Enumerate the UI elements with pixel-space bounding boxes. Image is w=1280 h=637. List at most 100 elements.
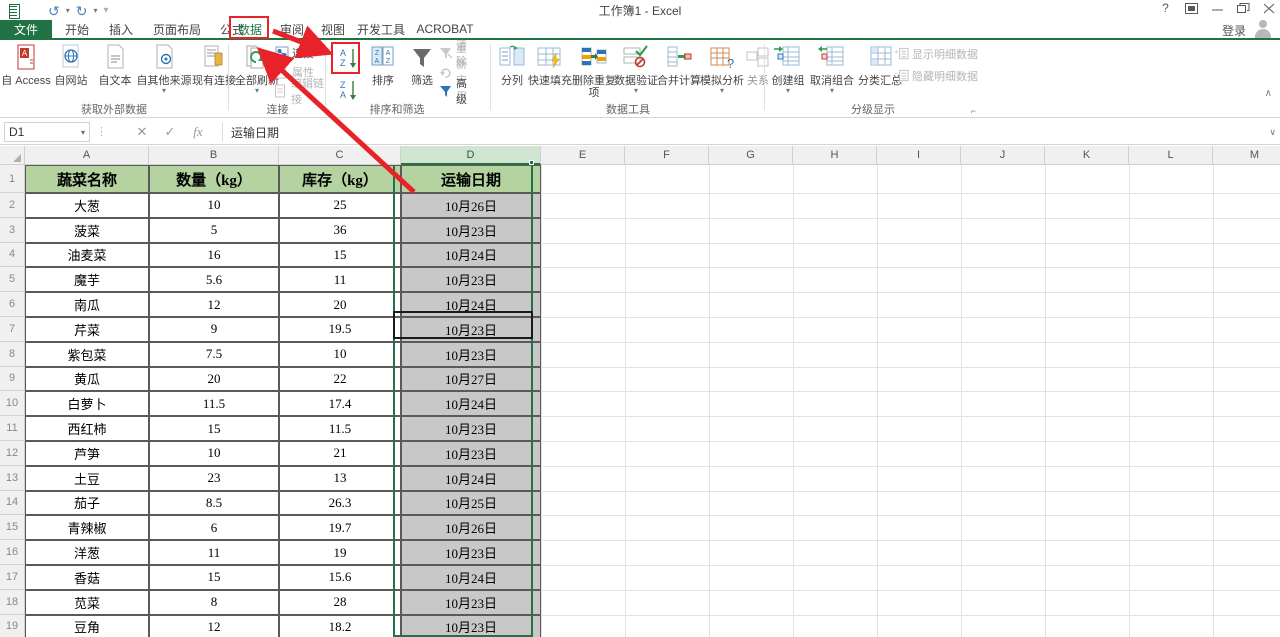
cell-B1[interactable]: 数量（kg） bbox=[149, 165, 279, 193]
row-header-5[interactable]: 5 bbox=[0, 267, 25, 293]
cell-B18[interactable]: 8 bbox=[149, 589, 279, 615]
column-header-I[interactable]: I bbox=[877, 146, 961, 165]
tab-developer[interactable]: 开发工具 bbox=[348, 20, 414, 38]
cell-B15[interactable]: 6 bbox=[149, 515, 279, 541]
cell-A1[interactable]: 蔬菜名称 bbox=[25, 165, 149, 193]
cell-C7[interactable]: 19.5 bbox=[279, 317, 401, 342]
tab-data[interactable]: 数据 bbox=[232, 20, 268, 38]
cell-B17[interactable]: 15 bbox=[149, 565, 279, 590]
row-header-18[interactable]: 18 bbox=[0, 589, 25, 615]
ungroup-caret-icon[interactable]: ▾ bbox=[806, 87, 858, 95]
confirm-icon[interactable]: ✓ bbox=[160, 124, 180, 140]
column-header-G[interactable]: G bbox=[709, 146, 793, 165]
cell-D8[interactable]: 10月23日 bbox=[401, 341, 541, 367]
cell-B14[interactable]: 8.5 bbox=[149, 490, 279, 516]
tab-insert[interactable]: 插入 bbox=[100, 20, 142, 38]
row-header-4[interactable]: 4 bbox=[0, 242, 25, 268]
cell-A15[interactable]: 青辣椒 bbox=[25, 515, 149, 541]
cell-B9[interactable]: 20 bbox=[149, 366, 279, 392]
cell-B8[interactable]: 7.5 bbox=[149, 341, 279, 367]
cell-D6[interactable]: 10月24日 bbox=[401, 292, 541, 317]
avatar[interactable] bbox=[1252, 18, 1274, 40]
cell-D12[interactable]: 10月23日 bbox=[401, 441, 541, 466]
tab-home[interactable]: 开始 bbox=[56, 20, 98, 38]
cell-A18[interactable]: 苋菜 bbox=[25, 589, 149, 615]
cell-C18[interactable]: 28 bbox=[279, 589, 401, 615]
row-header-15[interactable]: 15 bbox=[0, 515, 25, 541]
cell-D14[interactable]: 10月25日 bbox=[401, 490, 541, 516]
cell-C10[interactable]: 17.4 bbox=[279, 391, 401, 417]
data-validation-button[interactable]: 数据验证 ▾ bbox=[614, 42, 658, 95]
cell-B10[interactable]: 11.5 bbox=[149, 391, 279, 417]
cell-C6[interactable]: 20 bbox=[279, 292, 401, 317]
name-box-caret-icon[interactable]: ▾ bbox=[81, 128, 85, 137]
from-web-button[interactable]: 自网站 bbox=[48, 42, 94, 87]
cell-C8[interactable]: 10 bbox=[279, 341, 401, 367]
row-header-6[interactable]: 6 bbox=[0, 292, 25, 317]
cell-A5[interactable]: 魔芋 bbox=[25, 267, 149, 293]
outline-dialog-launcher[interactable]: ⌐ bbox=[971, 106, 976, 116]
connections-button[interactable]: 连接 bbox=[274, 45, 314, 61]
name-box[interactable]: D1 ▾ bbox=[4, 122, 90, 142]
row-header-1[interactable]: 1 bbox=[0, 165, 25, 193]
expand-formula-bar-icon[interactable]: ∨ bbox=[1269, 127, 1276, 138]
cell-D10[interactable]: 10月24日 bbox=[401, 391, 541, 417]
cell-C13[interactable]: 13 bbox=[279, 465, 401, 491]
column-header-C[interactable]: C bbox=[279, 146, 401, 165]
cell-A12[interactable]: 芦笋 bbox=[25, 441, 149, 466]
advanced-filter-button[interactable]: 高级 bbox=[439, 78, 468, 106]
flash-fill-button[interactable]: 快速填充 bbox=[526, 42, 574, 87]
row-header-11[interactable]: 11 bbox=[0, 416, 25, 441]
cell-B11[interactable]: 15 bbox=[149, 416, 279, 441]
collapse-ribbon-icon[interactable]: ∧ bbox=[1265, 88, 1272, 99]
row-header-10[interactable]: 10 bbox=[0, 391, 25, 417]
ribbon-display-options-icon[interactable] bbox=[1185, 2, 1198, 14]
account-login-label[interactable]: 登录 bbox=[1222, 22, 1246, 39]
from-access-button[interactable]: A 自 Access bbox=[0, 42, 54, 87]
tab-review[interactable]: 审阅 bbox=[270, 20, 314, 38]
cell-C14[interactable]: 26.3 bbox=[279, 490, 401, 516]
cell-B4[interactable]: 16 bbox=[149, 242, 279, 268]
row-header-16[interactable]: 16 bbox=[0, 540, 25, 565]
column-header-F[interactable]: F bbox=[625, 146, 709, 165]
cell-B6[interactable]: 12 bbox=[149, 292, 279, 317]
help-icon[interactable]: ? bbox=[1159, 1, 1172, 15]
row-header-8[interactable]: 8 bbox=[0, 341, 25, 367]
cell-C4[interactable]: 15 bbox=[279, 242, 401, 268]
cell-A3[interactable]: 菠菜 bbox=[25, 217, 149, 243]
cell-A7[interactable]: 芹菜 bbox=[25, 317, 149, 342]
row-header-17[interactable]: 17 bbox=[0, 565, 25, 590]
minimize-icon[interactable] bbox=[1211, 3, 1224, 14]
data-validation-caret-icon[interactable]: ▾ bbox=[614, 87, 658, 95]
remove-duplicates-button[interactable]: 删除重复项 bbox=[570, 42, 618, 99]
row-header-9[interactable]: 9 bbox=[0, 366, 25, 392]
column-header-H[interactable]: H bbox=[793, 146, 877, 165]
sort-dialog-button[interactable]: ZAAZ 排序 bbox=[361, 42, 405, 87]
cell-A19[interactable]: 豆角 bbox=[25, 614, 149, 637]
tab-acrobat[interactable]: ACROBAT bbox=[412, 20, 478, 38]
cell-D18[interactable]: 10月23日 bbox=[401, 589, 541, 615]
what-if-analysis-caret-icon[interactable]: ▾ bbox=[699, 87, 745, 95]
cell-D9[interactable]: 10月27日 bbox=[401, 366, 541, 392]
select-all-button[interactable] bbox=[0, 146, 25, 165]
cell-C15[interactable]: 19.7 bbox=[279, 515, 401, 541]
formula-input[interactable]: 运输日期 bbox=[222, 122, 1262, 142]
sort-ascending-button[interactable]: AZ bbox=[335, 44, 361, 72]
cell-D2[interactable]: 10月26日 bbox=[401, 193, 541, 218]
filter-button[interactable]: 筛选 bbox=[401, 42, 443, 87]
insert-function-icon[interactable]: fx bbox=[188, 124, 208, 140]
row-header-19[interactable]: 19 bbox=[0, 614, 25, 637]
from-other-sources-caret-icon[interactable]: ▾ bbox=[133, 87, 195, 95]
cell-A10[interactable]: 白萝卜 bbox=[25, 391, 149, 417]
cell-A6[interactable]: 南瓜 bbox=[25, 292, 149, 317]
restore-icon[interactable] bbox=[1237, 2, 1250, 14]
cell-C1[interactable]: 库存（kg） bbox=[279, 165, 401, 193]
row-header-12[interactable]: 12 bbox=[0, 441, 25, 466]
cell-C5[interactable]: 11 bbox=[279, 267, 401, 293]
cell-D5[interactable]: 10月23日 bbox=[401, 267, 541, 293]
column-header-M[interactable]: M bbox=[1213, 146, 1280, 165]
cell-D3[interactable]: 10月23日 bbox=[401, 217, 541, 243]
cell-B13[interactable]: 23 bbox=[149, 465, 279, 491]
cell-C9[interactable]: 22 bbox=[279, 366, 401, 392]
cell-A9[interactable]: 黄瓜 bbox=[25, 366, 149, 392]
